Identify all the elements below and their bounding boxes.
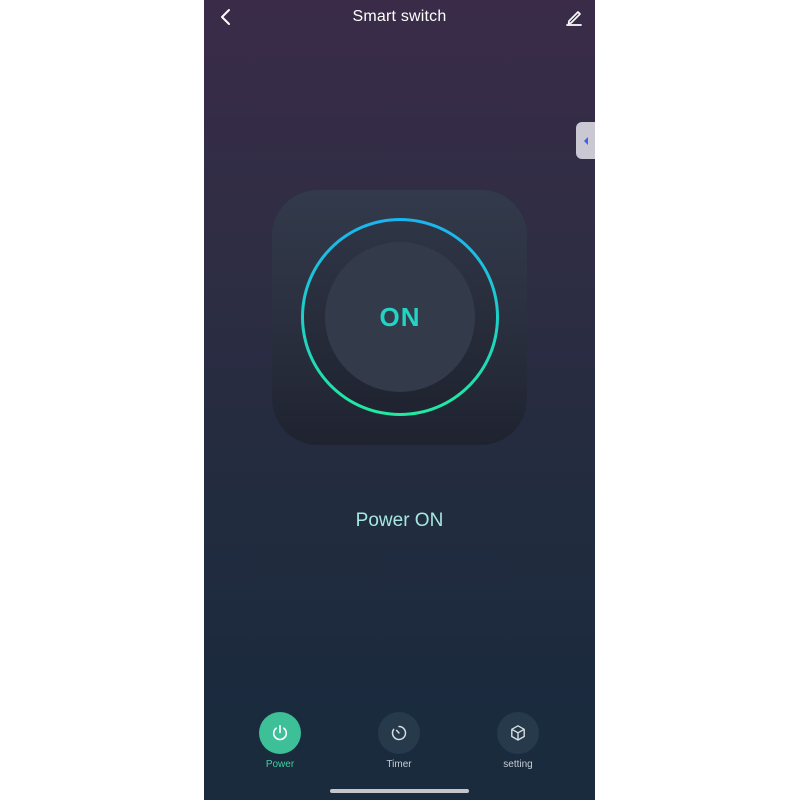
nav-label-power: Power [265,759,295,770]
phone-screen: Smart switch ON Power ON Power Timer set… [204,0,595,800]
home-indicator[interactable] [330,789,469,793]
nav-label-setting: setting [503,759,533,770]
triangle-left-icon [583,136,588,145]
switch-card: ON [272,190,527,445]
nav-circle-power [259,712,301,754]
cube-icon [511,725,525,741]
ring-inner: ON [304,221,496,413]
nav-circle-setting [497,712,539,754]
header: Smart switch [204,0,595,34]
power-toggle-button[interactable]: ON [325,242,475,392]
switch-state-label: ON [379,301,421,332]
nav-circle-timer [378,712,420,754]
page-title: Smart switch [352,8,447,25]
edit-button[interactable] [562,5,586,29]
bottom-nav: Power Timer setting [204,700,595,800]
nav-label-timer: Timer [386,759,412,770]
timer-icon [391,725,407,741]
nav-item-setting[interactable]: setting [488,712,548,770]
power-icon [272,724,288,741]
pencil-icon [566,11,582,26]
power-status-text: Power ON [355,510,444,531]
side-panel-toggle[interactable] [576,122,595,159]
nav-item-power[interactable]: Power [250,712,310,770]
nav-item-timer[interactable]: Timer [369,712,429,770]
power-ring: ON [301,218,499,416]
